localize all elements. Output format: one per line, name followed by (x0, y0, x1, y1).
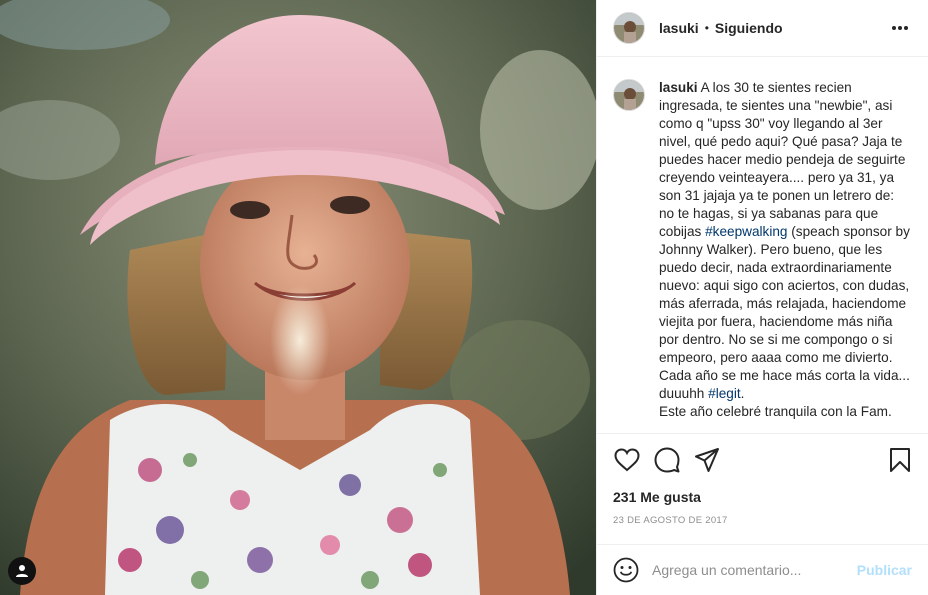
caption-comment: lasuki A los 30 te sientes recien ingres… (597, 57, 928, 421)
caption-body-1: A los 30 te sientes recien ingresada, te… (659, 80, 906, 239)
emoji-icon[interactable] (613, 557, 639, 583)
comment-icon[interactable] (653, 446, 681, 474)
comment-input[interactable] (652, 562, 852, 578)
avatar[interactable] (613, 12, 645, 44)
caption-body-4: Este año celebré tranquila con la Fam. (659, 404, 892, 419)
separator-dot: • (704, 21, 709, 35)
photo-illustration (0, 0, 596, 595)
username-link[interactable]: lasuki (659, 20, 699, 36)
caption-scroll-area[interactable]: lasuki A los 30 te sientes recien ingres… (597, 57, 928, 434)
post-actions (613, 446, 914, 474)
post-header: lasuki • Siguiendo (597, 0, 928, 57)
bookmark-icon[interactable] (886, 446, 914, 474)
more-options-icon[interactable] (888, 16, 912, 40)
caption-username-link[interactable]: lasuki (659, 80, 698, 95)
avatar[interactable] (613, 79, 645, 111)
heart-icon[interactable] (613, 446, 641, 474)
caption-body-2: (speach sponsor by Johnny Walker). Pero … (659, 224, 910, 401)
post-date: 23 DE AGOSTO DE 2017 (613, 515, 728, 526)
likes-count[interactable]: 231 Me gusta (613, 489, 701, 505)
following-button[interactable]: Siguiendo (715, 20, 783, 36)
user-tag-icon[interactable] (8, 557, 36, 585)
post-photo[interactable] (0, 0, 596, 595)
post-details-panel: lasuki • Siguiendo lasuki A los 30 te si… (596, 0, 928, 595)
hashtag-link[interactable]: #keepwalking (705, 224, 787, 239)
caption-body-3: . (740, 386, 745, 401)
add-comment-bar: Publicar (597, 544, 928, 595)
publish-button[interactable]: Publicar (857, 562, 912, 578)
caption-text: lasuki A los 30 te sientes recien ingres… (659, 79, 912, 421)
hashtag-link[interactable]: #legit (708, 386, 741, 401)
share-icon[interactable] (693, 446, 721, 474)
